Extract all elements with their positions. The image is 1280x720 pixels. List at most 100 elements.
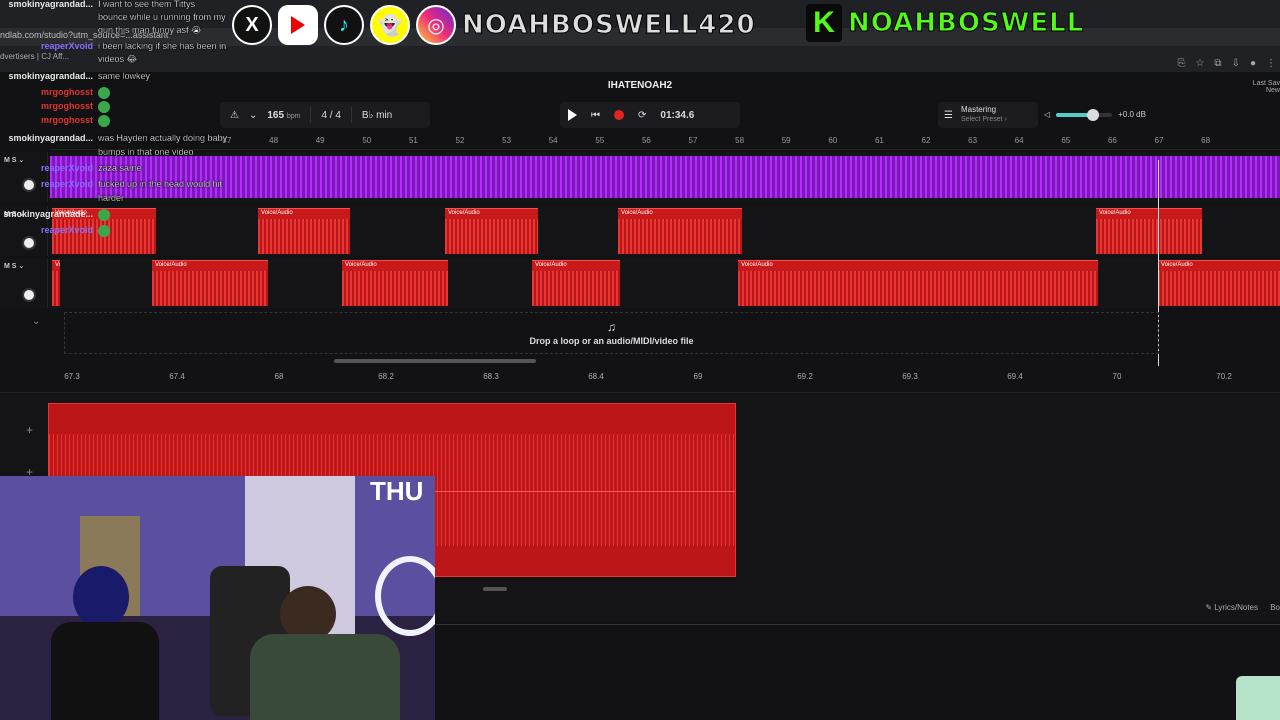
time-signature[interactable]: 4 / 4	[321, 110, 340, 121]
clip-label: Voice/Audio	[1099, 210, 1131, 216]
volume-value: +0.0 dB	[1118, 110, 1146, 119]
master-volume: ◁ +0.0 dB	[1044, 108, 1146, 121]
lyrics-notes-label: Lyrics/Notes	[1214, 603, 1258, 612]
ruler-tick-label: 65	[1061, 136, 1071, 145]
ruler-tick-label: 53	[502, 136, 512, 145]
ruler-tick-label: 58	[735, 136, 745, 145]
clip-waveform	[152, 271, 268, 306]
ruler-tick-label: 68	[274, 372, 284, 381]
bo-button[interactable]: Bo	[1270, 603, 1280, 612]
clip-label: Voice/Audio	[55, 262, 60, 268]
editor-ruler[interactable]: 67.3 67.4 68 68.2 68.3 68.4 69 69.2 69.3 69.4 70 70…	[50, 372, 1280, 386]
speaker-icon[interactable]: ◁	[1044, 110, 1050, 119]
emote-icon	[98, 224, 110, 237]
audio-clip[interactable]: Voice/Audio	[532, 260, 620, 306]
volume-knob[interactable]	[1086, 108, 1099, 121]
audio-clip[interactable]: Voice/Audio	[258, 208, 350, 254]
mastering-button[interactable]: ☰ Mastering Select Preset ›	[938, 102, 1038, 128]
bpm-value[interactable]: 165	[267, 110, 284, 121]
audio-clip[interactable]: Voice/Audio	[738, 260, 1098, 306]
transport-toolbar: ⏮ ⟳ 01:34.6	[560, 102, 740, 128]
ruler-tick-label: 62	[921, 136, 931, 145]
last-saved-line1: Last Sav	[1252, 80, 1280, 87]
menu-icon[interactable]: ⋮	[1266, 58, 1276, 69]
horizontal-scrollbar[interactable]	[334, 359, 536, 363]
volume-knob-icon[interactable]	[22, 288, 36, 302]
drop-zone[interactable]: ♫ Drop a loop or an audio/MIDI/video fil…	[64, 312, 1159, 354]
chat-username[interactable]: mrgoghosst	[0, 114, 93, 127]
chat-username[interactable]: reaperXvoid	[0, 162, 93, 175]
ruler-tick-label: 66	[1107, 136, 1117, 145]
record-icon[interactable]	[614, 110, 624, 120]
bpm-field[interactable]: 165 bpm	[267, 110, 300, 121]
volume-slider[interactable]	[1056, 108, 1113, 121]
clip-waveform	[258, 219, 350, 254]
ruler-tick-label: 48	[269, 136, 279, 145]
ruler-tick-label: 52	[455, 136, 465, 145]
chat-username[interactable]: smokinyagrandad...	[0, 132, 93, 145]
chat-text: bounce while u running from my	[98, 12, 226, 22]
clip-waveform	[342, 271, 448, 306]
key-selector[interactable]: B♭ min	[362, 110, 392, 121]
chevron-down-icon[interactable]: ⌄	[249, 110, 257, 121]
clip-waveform	[738, 271, 1098, 306]
chat-message: reaperXvoid fucked up in the head would h…	[0, 178, 222, 191]
play-icon[interactable]	[568, 109, 577, 121]
clip-label: Voice/Audio	[345, 262, 377, 268]
emote-icon	[98, 86, 110, 99]
instagram-icon: ◎	[416, 5, 456, 45]
ruler-tick-label: 60	[828, 136, 838, 145]
editor-scrollbar[interactable]	[483, 587, 507, 591]
audio-clip[interactable]: Voice/Audio	[1096, 208, 1202, 254]
chat-username[interactable]: reaperXvoid	[0, 224, 93, 237]
bpm-unit: bpm	[286, 112, 301, 120]
ruler-tick-label: 69.3	[902, 372, 918, 381]
chat-username[interactable]: smokinyagrandade...	[0, 208, 93, 221]
chat-username[interactable]: reaperXvoid	[0, 40, 93, 53]
divider	[310, 107, 312, 123]
divider	[350, 107, 352, 123]
plus-icon[interactable]: +	[26, 423, 33, 437]
clip-label: Voice/Audio	[448, 210, 480, 216]
chat-message: harder	[0, 192, 124, 205]
profile-icon[interactable]: ●	[1250, 58, 1256, 69]
skip-back-icon[interactable]: ⏮	[591, 110, 600, 121]
thunder-poster: THU	[370, 476, 424, 506]
chat-username[interactable]: reaperXvoid	[0, 178, 93, 191]
ruler-tick-label: 59	[781, 136, 791, 145]
instagram-handle: NOAHBOSWELL420	[462, 10, 756, 41]
audio-clip[interactable]: Voice/Audio	[445, 208, 538, 254]
track-lane[interactable]: Voice/Audio Voice/Audio Voice/Audio Voice/A…	[50, 258, 1280, 308]
star-icon[interactable]: ☆	[1195, 58, 1204, 69]
chat-text: i been lacking if she has been in	[98, 41, 227, 51]
last-saved: Last Sav New	[1253, 80, 1280, 94]
loop-icon[interactable]: ⟳	[638, 110, 646, 121]
audio-clip[interactable]: Voice/Audio	[152, 260, 268, 306]
ruler-tick-label: 54	[548, 136, 558, 145]
lyrics-notes-button[interactable]: ✎ Lyrics/Notes	[1205, 603, 1258, 612]
audio-clip[interactable]: Voice/Audio	[618, 208, 742, 254]
extension-icon[interactable]: ⧉	[1214, 58, 1221, 69]
audio-clip[interactable]: Voice/Audio	[52, 260, 60, 306]
time-display: 01:34.6	[660, 109, 695, 121]
ruler-tick-label: 50	[362, 136, 372, 145]
clip-waveform	[445, 219, 538, 254]
audio-clip[interactable]: Voice/Audio	[1158, 260, 1280, 306]
track-3: M S ⌄ Voice/AudioVoice/AudioVoice/AudioV…	[0, 258, 1280, 308]
chat-username[interactable]: smokinyagrandad...	[0, 70, 93, 83]
share-icon[interactable]: ⎘	[1177, 58, 1185, 69]
clip-label: Voice/Audio	[535, 262, 567, 268]
chat-username[interactable]: mrgoghosst	[0, 100, 93, 113]
chat-username[interactable]: mrgoghosst	[0, 86, 93, 99]
chat-username[interactable]: smokinyagrandad...	[0, 0, 93, 11]
mute-solo-buttons[interactable]: M S ⌄	[4, 262, 24, 270]
chat-text: gun this man funny asf 😭	[98, 25, 202, 35]
snapchat-icon: 👻	[370, 5, 410, 45]
chat-text: fucked up in the head would hit	[98, 179, 223, 189]
download-icon[interactable]: ⇩	[1232, 58, 1240, 69]
audio-clip[interactable]: Voice/Audio	[342, 260, 448, 306]
clip-label: Voice/Audio	[741, 262, 773, 268]
ruler-tick-label: 57	[688, 136, 698, 145]
add-track-chevron-icon[interactable]: ⌄	[32, 316, 40, 327]
social-overlay: X ♪ 👻 ◎ NOAHBOSWELL420	[232, 2, 756, 48]
